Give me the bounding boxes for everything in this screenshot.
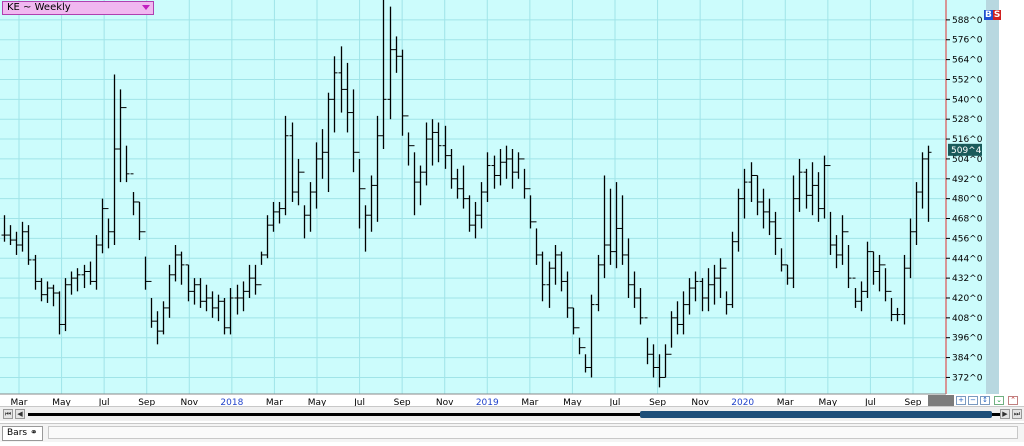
status-bar: Bars ⚭ [0, 423, 1024, 442]
scroll-right-icon[interactable]: ▶ [1000, 409, 1010, 419]
y-tick-label: 372^0 [952, 373, 983, 383]
horizontal-scrollbar[interactable]: ⏮ ◀ ▶ ⏭ [0, 406, 1024, 421]
y-tick-label: 504^0 [952, 155, 983, 165]
fit-icon[interactable]: ↕ [980, 396, 990, 405]
y-tick-label: 528^0 [952, 115, 983, 125]
status-field [48, 426, 1018, 439]
y-tick-label: 576^0 [952, 36, 983, 46]
y-tick-label: 420^0 [952, 294, 983, 304]
scroll-up-icon[interactable]: ⌃ [1008, 396, 1018, 405]
y-tick-label: 432^0 [952, 274, 983, 284]
corner-panel [928, 395, 954, 406]
y-tick-label: 588^0 [952, 16, 983, 26]
y-tick-label: 444^0 [952, 254, 983, 264]
link-icon: ⚭ [29, 428, 38, 438]
chart-area[interactable]: 588^0 576^0 564^0 552^0 540^0 528^0 516^0 504^0… [0, 0, 1024, 442]
last-price-tag: 509^4 [948, 143, 982, 156]
scroll-thumb[interactable] [640, 411, 992, 418]
y-tick-label: 408^0 [952, 314, 983, 324]
symbol-label: KE ~ Weekly [7, 2, 71, 13]
price-chart[interactable]: 588^0 576^0 564^0 552^0 540^0 528^0 516^0 504^0… [0, 0, 1024, 441]
y-tick-label: 468^0 [952, 215, 983, 225]
dropdown-arrow-icon[interactable] [142, 5, 150, 10]
symbol-selector[interactable]: KE ~ Weekly [2, 1, 154, 15]
scroll-down-icon[interactable]: ⌄ [994, 396, 1004, 405]
y-tick-label: 384^0 [952, 354, 983, 364]
y-tick-label: 492^0 [952, 175, 983, 185]
scroll-left-icon[interactable]: ◀ [15, 409, 25, 419]
last-price-label: 509^4 [951, 146, 982, 156]
buy-sell-badge[interactable]: BS [984, 10, 1002, 20]
y-tick-label: 396^0 [952, 334, 983, 344]
bars-tab[interactable]: Bars ⚭ [2, 426, 43, 441]
y-tick-label: 540^0 [952, 95, 983, 105]
y-tick-label: 456^0 [952, 234, 983, 244]
price-axis-strip [986, 0, 999, 394]
scroll-end-icon[interactable]: ⏭ [1012, 409, 1022, 419]
sell-badge[interactable]: S [992, 10, 1002, 20]
y-tick-label: 480^0 [952, 195, 983, 205]
zoom-in-icon[interactable]: + [956, 396, 966, 405]
y-tick-label: 516^0 [952, 135, 983, 145]
zoom-out-icon[interactable]: − [968, 396, 978, 405]
y-tick-label: 564^0 [952, 56, 983, 66]
scroll-start-icon[interactable]: ⏮ [3, 409, 13, 419]
y-tick-label: 552^0 [952, 75, 983, 85]
buy-badge[interactable]: B [984, 10, 993, 20]
bars-tab-label: Bars [7, 428, 28, 438]
